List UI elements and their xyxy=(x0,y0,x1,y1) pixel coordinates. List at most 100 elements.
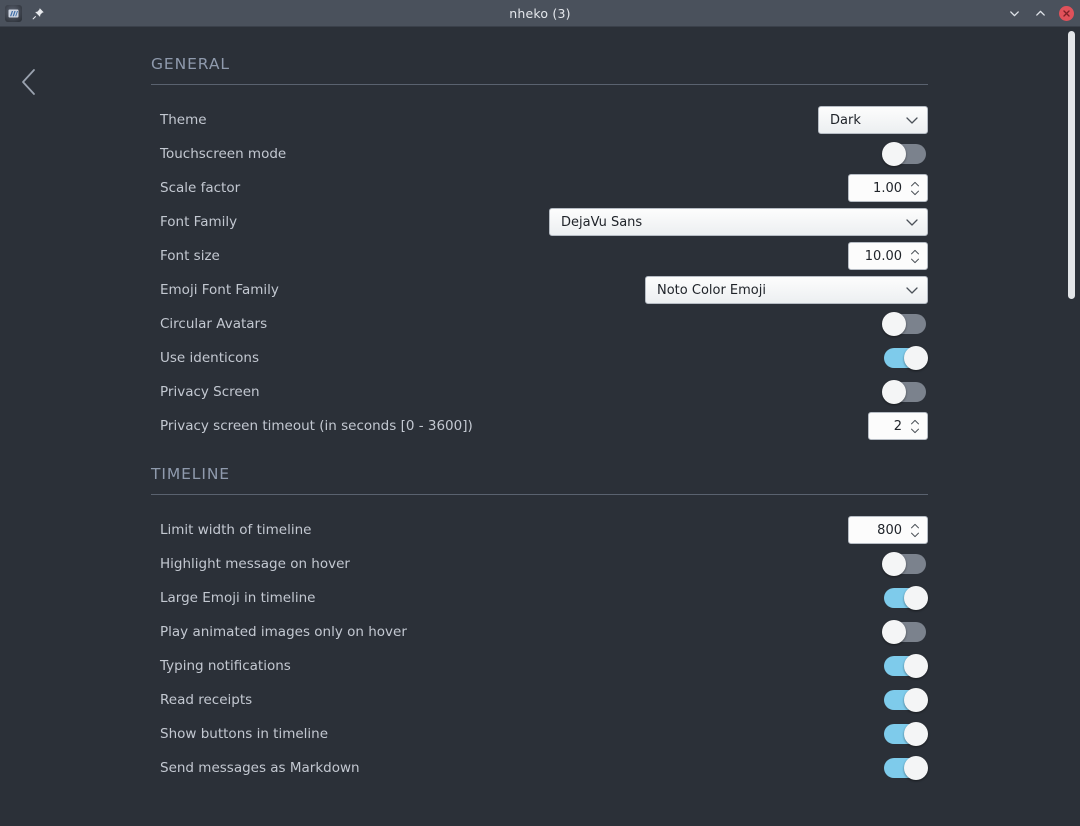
back-button[interactable] xyxy=(13,65,45,99)
setting-label: Emoji Font Family xyxy=(160,282,279,298)
toggle-knob xyxy=(904,756,928,780)
spinbox-value: 800 xyxy=(877,522,902,538)
spinbox-arrows[interactable] xyxy=(909,181,921,196)
setting-label: Use identicons xyxy=(160,350,260,366)
chevron-down-icon xyxy=(905,115,919,125)
setting-control: DejaVu Sans xyxy=(549,208,928,236)
window-controls xyxy=(1007,0,1074,26)
toggle-knob xyxy=(882,380,906,404)
toggle-typing-notifications[interactable] xyxy=(882,654,928,678)
toggle-show-buttons-in-timeline[interactable] xyxy=(882,722,928,746)
spinbox-increment-icon[interactable] xyxy=(909,419,921,426)
toggle-knob xyxy=(904,654,928,678)
vertical-scrollbar[interactable] xyxy=(1065,29,1077,826)
setting-row-limit-width-of-timeline: Limit width of timeline 800 xyxy=(151,513,928,547)
setting-row-scale-factor: Scale factor 1.00 xyxy=(151,171,928,205)
spinbox-decrement-icon[interactable] xyxy=(909,427,921,434)
minimize-button[interactable] xyxy=(1007,6,1022,21)
spinbox-arrows[interactable] xyxy=(909,419,921,434)
section-header-general: GENERAL xyxy=(151,55,230,73)
spinbox-scale-factor[interactable]: 1.00 xyxy=(848,174,928,202)
setting-label: Touchscreen mode xyxy=(160,146,287,162)
spinbox-increment-icon[interactable] xyxy=(909,523,921,530)
spinbox-decrement-icon[interactable] xyxy=(909,189,921,196)
setting-control: Noto Color Emoji xyxy=(645,276,928,304)
spinbox-arrows[interactable] xyxy=(909,249,921,264)
pin-icon[interactable] xyxy=(30,5,46,21)
setting-label: Highlight message on hover xyxy=(160,556,350,572)
toggle-touchscreen-mode[interactable] xyxy=(882,142,928,166)
dropdown-selected-value: Noto Color Emoji xyxy=(657,282,766,298)
toggle-knob xyxy=(882,620,906,644)
setting-row-privacy-screen: Privacy Screen xyxy=(151,375,928,409)
toggle-knob xyxy=(904,586,928,610)
setting-control xyxy=(882,586,928,610)
close-button[interactable] xyxy=(1059,5,1074,21)
setting-label: Circular Avatars xyxy=(160,316,268,332)
spinbox-value: 2 xyxy=(893,418,902,434)
spinbox-increment-icon[interactable] xyxy=(909,181,921,188)
toggle-circular-avatars[interactable] xyxy=(882,312,928,336)
setting-row-use-identicons: Use identicons xyxy=(151,341,928,375)
setting-row-emoji-font-family: Emoji Font Family Noto Color Emoji xyxy=(151,273,928,307)
setting-row-touchscreen-mode: Touchscreen mode xyxy=(151,137,928,171)
setting-label: Privacy Screen xyxy=(160,384,260,400)
setting-label: Read receipts xyxy=(160,692,253,708)
setting-row-large-emoji-in-timeline: Large Emoji in timeline xyxy=(151,581,928,615)
toggle-highlight-message-on-hover[interactable] xyxy=(882,552,928,576)
toggle-use-identicons[interactable] xyxy=(882,346,928,370)
setting-control xyxy=(882,756,928,780)
setting-label: Font Family xyxy=(160,214,238,230)
setting-control xyxy=(882,142,928,166)
spinbox-decrement-icon[interactable] xyxy=(909,257,921,264)
scrollbar-thumb[interactable] xyxy=(1068,31,1075,299)
setting-control xyxy=(882,620,928,644)
app-logo-icon xyxy=(5,4,22,22)
toggle-play-animated-images-only-on-hover[interactable] xyxy=(882,620,928,644)
setting-label: Privacy screen timeout (in seconds [0 - … xyxy=(160,418,473,434)
dropdown-selected-value: DejaVu Sans xyxy=(561,214,643,230)
toggle-privacy-screen[interactable] xyxy=(882,380,928,404)
dropdown-font-family[interactable]: DejaVu Sans xyxy=(549,208,928,236)
setting-label: Play animated images only on hover xyxy=(160,624,407,640)
spinbox-privacy-screen-timeout-in-seconds-0-3600[interactable]: 2 xyxy=(868,412,928,440)
section-header-timeline: TIMELINE xyxy=(151,465,231,483)
window-titlebar: nheko (3) xyxy=(0,0,1080,27)
settings-window: GENERAL Theme Dark Touchscreen mode Scale fa… xyxy=(0,27,1080,826)
setting-label: Show buttons in timeline xyxy=(160,726,329,742)
spinbox-limit-width-of-timeline[interactable]: 800 xyxy=(848,516,928,544)
setting-control xyxy=(882,380,928,404)
setting-control xyxy=(882,346,928,370)
spinbox-decrement-icon[interactable] xyxy=(909,531,921,538)
spinbox-arrows[interactable] xyxy=(909,523,921,538)
toggle-knob xyxy=(904,688,928,712)
toggle-large-emoji-in-timeline[interactable] xyxy=(882,586,928,610)
chevron-down-icon xyxy=(905,285,919,295)
section-divider xyxy=(151,494,928,495)
chevron-down-icon xyxy=(905,217,919,227)
setting-control xyxy=(882,552,928,576)
setting-row-theme: Theme Dark xyxy=(151,103,928,137)
setting-label: Send messages as Markdown xyxy=(160,760,360,776)
toggle-send-messages-as-markdown[interactable] xyxy=(882,756,928,780)
setting-label: Large Emoji in timeline xyxy=(160,590,316,606)
maximize-button[interactable] xyxy=(1033,6,1048,21)
toggle-read-receipts[interactable] xyxy=(882,688,928,712)
window-title: nheko (3) xyxy=(509,5,571,21)
setting-control xyxy=(882,688,928,712)
toggle-knob xyxy=(882,312,906,336)
setting-control: 2 xyxy=(868,412,928,440)
spinbox-font-size[interactable]: 10.00 xyxy=(848,242,928,270)
dropdown-emoji-font-family[interactable]: Noto Color Emoji xyxy=(645,276,928,304)
dropdown-theme[interactable]: Dark xyxy=(818,106,928,134)
setting-label: Typing notifications xyxy=(160,658,291,674)
dropdown-selected-value: Dark xyxy=(830,112,861,128)
setting-label: Scale factor xyxy=(160,180,241,196)
setting-control xyxy=(882,654,928,678)
toggle-knob xyxy=(882,142,906,166)
spinbox-increment-icon[interactable] xyxy=(909,249,921,256)
setting-control xyxy=(882,722,928,746)
setting-row-show-buttons-in-timeline: Show buttons in timeline xyxy=(151,717,928,751)
setting-row-circular-avatars: Circular Avatars xyxy=(151,307,928,341)
